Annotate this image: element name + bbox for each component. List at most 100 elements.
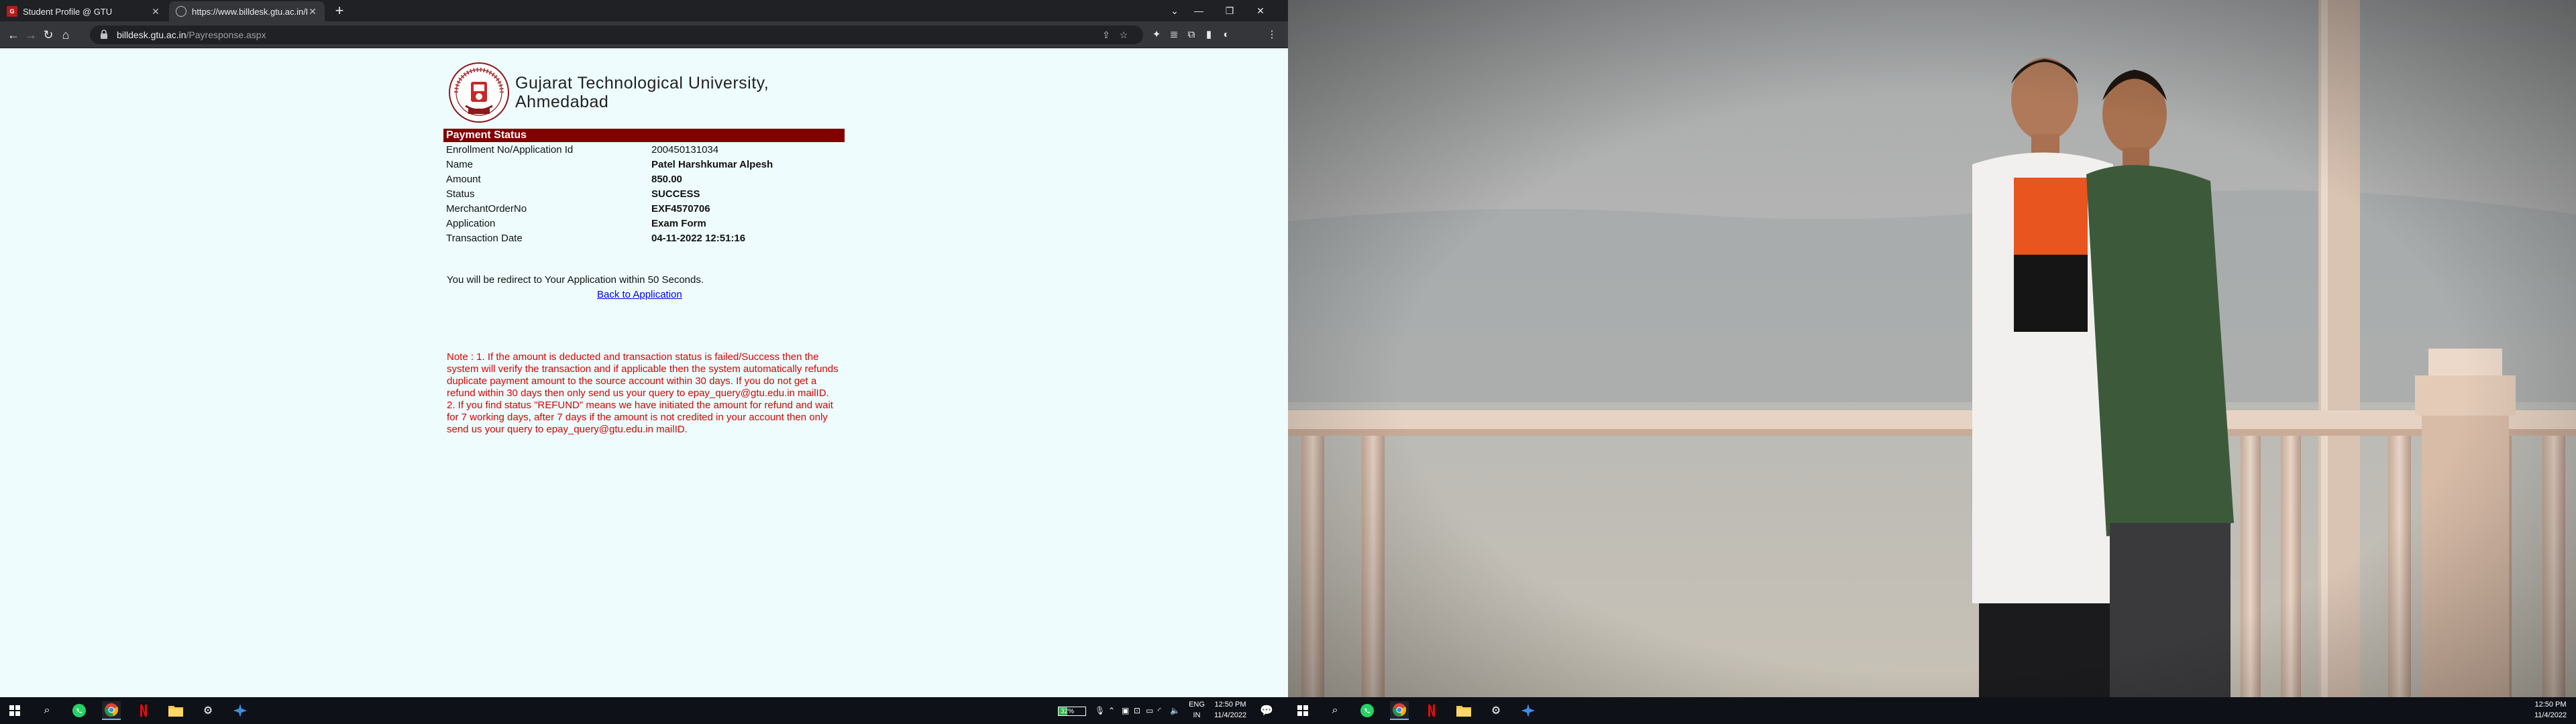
lock-icon xyxy=(101,29,107,39)
windows-start-icon[interactable] xyxy=(1293,701,1312,720)
restore-button[interactable]: ❐ xyxy=(1214,0,1245,21)
tray-app-icon[interactable]: ▣ xyxy=(1122,697,1129,724)
clock[interactable]: 12:50 PM 11/4/2022 xyxy=(1210,699,1250,721)
file-explorer-icon[interactable] xyxy=(1454,701,1473,720)
row-value: Exam Form xyxy=(651,217,706,229)
notification-center-icon[interactable]: 💬 xyxy=(1257,701,1276,720)
tab-student-profile[interactable]: G Student Profile @ GTU ✕ xyxy=(0,1,168,21)
globe-icon xyxy=(176,6,186,17)
address-bar[interactable]: billdesk.gtu.ac.in/Payresponse.aspx ⇪ ☆ xyxy=(90,25,1143,44)
refund-note: Note : 1. If the amount is deducted and … xyxy=(447,351,843,436)
tab-title: https://www.billdesk.gtu.ac.in/Pa xyxy=(192,6,307,17)
close-tab-icon[interactable]: ✕ xyxy=(150,6,161,17)
wifi-icon[interactable]: ◜ xyxy=(1158,697,1161,724)
row-value: SUCCESS xyxy=(651,188,700,200)
page-viewport: Gujarat Technological University, Ahmeda… xyxy=(0,48,1288,697)
minimize-button[interactable]: — xyxy=(1183,0,1214,21)
note-line-1: Note : 1. If the amount is deducted and … xyxy=(447,351,839,399)
show-hidden-icons-chevron-icon[interactable]: ⌃ xyxy=(1108,697,1115,724)
browser-toolbar: ← → ↻ ⌂ billdesk.gtu.ac.in/Payresponse.a… xyxy=(0,21,1288,48)
payment-status-table: Payment Status Enrollment No/Application… xyxy=(443,129,845,245)
browser-tabstrip: G Student Profile @ GTU ✕ https://www.bi… xyxy=(0,0,1288,21)
row-label: Transaction Date xyxy=(446,232,523,244)
tab-title: Student Profile @ GTU xyxy=(23,6,113,17)
row-label: Name xyxy=(446,158,474,170)
clock-date: 11/4/2022 xyxy=(2534,711,2567,719)
row-transaction-date: Transaction Date 04-11-2022 12:51:16 xyxy=(443,231,845,245)
row-value: Patel Harshkumar Alpesh xyxy=(651,158,773,170)
clock[interactable]: 12:50 PM 11/4/2022 xyxy=(2530,699,2571,721)
menu-kebab-icon[interactable]: ⋮ xyxy=(1264,27,1280,43)
tab-billdesk[interactable]: https://www.billdesk.gtu.ac.in/Pa ✕ xyxy=(169,1,325,21)
close-tab-icon[interactable]: ✕ xyxy=(307,6,318,17)
right-monitor: ⌕ ⚙ 12:50 PM 11/4/2022 xyxy=(1288,0,2576,724)
app-icon[interactable] xyxy=(1519,701,1538,720)
reload-button[interactable]: ↻ xyxy=(40,27,56,43)
home-button[interactable]: ⌂ xyxy=(58,27,74,43)
whatsapp-icon[interactable] xyxy=(1358,701,1377,720)
chrome-icon[interactable] xyxy=(1390,701,1409,720)
settings-gear-icon[interactable]: ⚙ xyxy=(199,701,217,720)
url-host: billdesk.gtu.ac.in xyxy=(117,29,186,40)
row-status: Status SUCCESS xyxy=(443,186,845,201)
chrome-icon[interactable] xyxy=(102,701,121,720)
language-indicator[interactable]: ENG IN xyxy=(1187,699,1206,721)
row-label: Amount xyxy=(446,173,481,185)
forward-button[interactable]: → xyxy=(23,27,39,43)
side-panel-icon[interactable]: ▮ xyxy=(1201,27,1217,43)
row-application: Application Exam Form xyxy=(443,216,845,231)
payment-status-heading: Payment Status xyxy=(443,129,845,142)
row-label: MerchantOrderNo xyxy=(446,202,527,215)
new-tab-button[interactable]: + xyxy=(331,3,347,19)
clock-time: 12:50 PM xyxy=(1214,701,1246,709)
row-value: 850.00 xyxy=(651,173,682,185)
file-explorer-icon[interactable] xyxy=(166,701,185,720)
netflix-icon[interactable] xyxy=(134,701,153,720)
taskbar-left: ⌕ ⚙ 32% 🎙 ⌃ ▣ ⊡ ▭ ◜ 🔈 ENG IN 12:50 PM 11… xyxy=(0,697,1288,724)
row-label: Application xyxy=(446,217,496,229)
clock-time: 12:50 PM xyxy=(2534,701,2567,709)
volume-icon[interactable]: 🔈 xyxy=(1170,697,1180,724)
reading-list-icon[interactable]: ≣ xyxy=(1166,27,1182,43)
row-value: EXF4570706 xyxy=(651,202,710,215)
battery-percent: 32% xyxy=(1061,707,1075,715)
extensions-puzzle-icon[interactable]: ✦ xyxy=(1148,27,1165,43)
profile-icon[interactable]: ◐ xyxy=(1218,27,1234,43)
mic-icon[interactable]: 🎙 xyxy=(1095,697,1105,724)
university-header: Gujarat Technological University, Ahmeda… xyxy=(448,62,769,123)
row-value: 04-11-2022 12:51:16 xyxy=(651,232,746,244)
row-enrollment: Enrollment No/Application Id 20045013103… xyxy=(443,142,845,157)
extensions-icon[interactable]: ⧉ xyxy=(1183,27,1199,43)
gtu-logo xyxy=(449,62,509,123)
taskbar-right: ⌕ ⚙ 12:50 PM 11/4/2022 xyxy=(1288,697,2576,724)
search-icon[interactable]: ⌕ xyxy=(1326,701,1344,720)
url-text: billdesk.gtu.ac.in/Payresponse.aspx xyxy=(117,29,266,40)
network-icon[interactable]: ⊡ xyxy=(1134,697,1140,724)
settings-gear-icon[interactable]: ⚙ xyxy=(1487,701,1505,720)
bookmark-star-icon[interactable]: ☆ xyxy=(1116,27,1131,42)
desktop-wallpaper xyxy=(1288,0,2576,697)
url-path: /Payresponse.aspx xyxy=(186,29,266,40)
back-button[interactable]: ← xyxy=(5,27,21,43)
row-label: Status xyxy=(446,188,475,200)
row-name: Name Patel Harshkumar Alpesh xyxy=(443,157,845,172)
row-merchant-order: MerchantOrderNo EXF4570706 xyxy=(443,201,845,216)
app-icon[interactable] xyxy=(231,701,250,720)
language-region: IN xyxy=(1193,711,1201,719)
language-code: ENG xyxy=(1189,701,1205,709)
battery-indicator[interactable]: 32% xyxy=(1058,707,1086,716)
whatsapp-icon[interactable] xyxy=(70,701,89,720)
left-monitor: G Student Profile @ GTU ✕ https://www.bi… xyxy=(0,0,1288,724)
search-icon[interactable]: ⌕ xyxy=(38,701,56,720)
gtu-favicon-icon: G xyxy=(7,6,17,17)
row-amount: Amount 850.00 xyxy=(443,172,845,186)
share-icon[interactable]: ⇪ xyxy=(1099,27,1114,42)
netflix-icon[interactable] xyxy=(1422,701,1441,720)
back-to-application-link[interactable]: Back to Application xyxy=(597,289,682,300)
row-value: 200450131034 xyxy=(651,143,719,156)
close-window-button[interactable]: ✕ xyxy=(1245,0,1276,21)
university-name: Gujarat Technological University, Ahmeda… xyxy=(515,74,769,111)
display-icon[interactable]: ▭ xyxy=(1146,697,1153,724)
university-name-line2: Ahmedabad xyxy=(515,93,609,111)
windows-start-icon[interactable] xyxy=(5,701,24,720)
